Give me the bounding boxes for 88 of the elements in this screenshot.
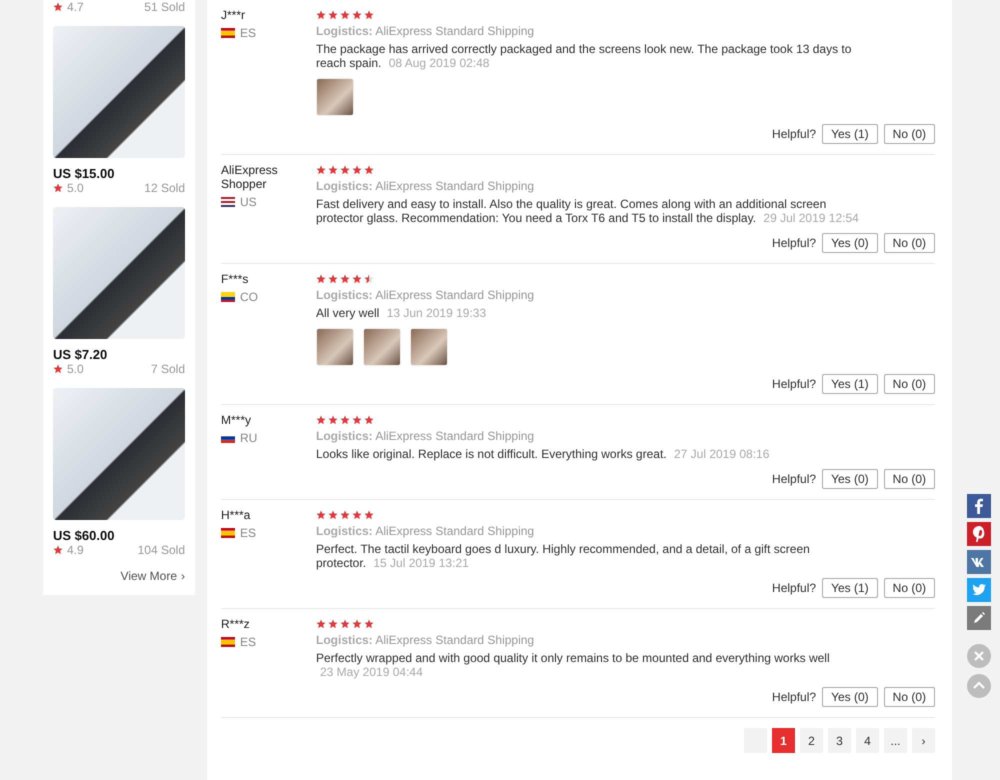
- review-text: Fast delivery and easy to install. Also the quality is great. Comes along with an additional screen protector glass. Recommendation: You need a Torx T6 and T5 to install the display. 29 Jul 2019 12:54: [316, 197, 860, 225]
- product-rating: 4.7: [67, 0, 84, 14]
- country-code: US: [240, 195, 257, 209]
- reviewer-name: F***s: [221, 272, 250, 286]
- logistics-label: Logistics:: [316, 524, 373, 538]
- review-text: Perfect. The tactil keyboard goes d luxury. Highly recommended, and a detail, of a gift screen protector. 15 Jul 2019 13:21: [316, 542, 811, 570]
- logistics-label: Logistics:: [316, 179, 373, 193]
- reviewer-name: H***a: [221, 508, 252, 522]
- shipping-method: AliExpress Standard Shipping: [375, 179, 534, 193]
- flag-icon: [221, 197, 235, 207]
- shipping-method: AliExpress Standard Shipping: [375, 429, 534, 443]
- yes-button[interactable]: Yes (1): [822, 374, 878, 394]
- no-button[interactable]: No (0): [884, 233, 935, 253]
- sold-count: 51 Sold: [144, 0, 185, 14]
- chevron-right-icon: ›: [181, 569, 185, 583]
- product-price: US $15.00: [53, 166, 116, 181]
- product-rating: 5.0: [67, 181, 84, 195]
- photo-thumbnail[interactable]: [410, 328, 448, 366]
- page-button[interactable]: 4: [856, 728, 879, 753]
- review-text: All very well 13 Jun 2019 19:33: [316, 306, 488, 320]
- no-button[interactable]: No (0): [884, 578, 935, 598]
- reviewer-name: J***r: [221, 8, 246, 22]
- flag-icon: [221, 28, 235, 38]
- reviewer-name: R***z: [221, 617, 251, 631]
- yes-button[interactable]: Yes (0): [822, 687, 878, 707]
- yes-button[interactable]: Yes (0): [822, 233, 878, 253]
- review-text: The package has arrived correctly packaged and the screens look new. The package took 13 days to reach spain. 08 Aug 2019 02:48: [316, 42, 852, 70]
- country-code: RU: [240, 431, 258, 445]
- photo-placeholder[interactable]: [53, 26, 185, 158]
- page-button[interactable]: 3: [828, 728, 851, 753]
- reviewer-name: AliExpress Shopper: [221, 163, 279, 191]
- shipping-method: AliExpress Standard Shipping: [375, 633, 534, 647]
- logistics-label: Logistics:: [316, 633, 373, 647]
- logistics-label: Logistics:: [316, 24, 373, 38]
- sold-count: 104 Sold: [138, 543, 185, 557]
- no-button[interactable]: No (0): [884, 374, 935, 394]
- helpful-label: Helpful?: [772, 236, 816, 250]
- bird-icon[interactable]: [967, 578, 991, 602]
- vk-icon[interactable]: [967, 550, 991, 574]
- flag-icon: [221, 292, 235, 302]
- helpful-label: Helpful?: [772, 472, 816, 486]
- star-icon: [53, 364, 63, 374]
- yes-button[interactable]: Yes (1): [822, 578, 878, 598]
- logistics-label: Logistics:: [316, 429, 373, 443]
- pagination-ellipsis: ...: [884, 728, 907, 753]
- view-more-link[interactable]: View More: [120, 569, 177, 583]
- sold-count: 12 Sold: [144, 181, 185, 195]
- sold-count: 7 Sold: [150, 362, 185, 376]
- country-code: ES: [240, 526, 256, 540]
- yes-button[interactable]: Yes (1): [822, 124, 878, 144]
- country-code: CO: [240, 290, 258, 304]
- product-rating: 5.0: [67, 362, 84, 376]
- photo-thumbnail[interactable]: [316, 328, 354, 366]
- no-button[interactable]: No (0): [884, 687, 935, 707]
- yes-button[interactable]: Yes (0): [822, 469, 878, 489]
- shipping-method: AliExpress Standard Shipping: [375, 24, 534, 38]
- helpful-label: Helpful?: [772, 690, 816, 704]
- helpful-label: Helpful?: [772, 127, 816, 141]
- country-code: ES: [240, 635, 256, 649]
- flag-icon: [221, 528, 235, 538]
- photo-thumbnail[interactable]: [363, 328, 401, 366]
- no-button[interactable]: No (0): [884, 124, 935, 144]
- star-icon: [53, 545, 63, 555]
- photo-placeholder[interactable]: [53, 388, 185, 520]
- shipping-method: AliExpress Standard Shipping: [375, 524, 534, 538]
- helpful-label: Helpful?: [772, 377, 816, 391]
- logistics-label: Logistics:: [316, 288, 373, 302]
- pencil-icon[interactable]: [967, 606, 991, 630]
- product-price: US $7.20: [53, 347, 108, 362]
- review-text: Looks like original. Replace is not difficult. Everything works great. 27 Jul 2019 08:16: [316, 447, 770, 461]
- no-button[interactable]: No (0): [884, 469, 935, 489]
- next-page-button[interactable]: ›: [912, 728, 935, 753]
- reviewer-name: M***y: [221, 413, 252, 427]
- facebook-icon[interactable]: [967, 494, 991, 518]
- star-icon: [53, 2, 63, 12]
- flag-icon: [221, 637, 235, 647]
- helpful-label: Helpful?: [772, 581, 816, 595]
- product-price: US $60.00: [53, 528, 116, 543]
- page-button[interactable]: 2: [800, 728, 823, 753]
- star-icon: [53, 183, 63, 193]
- photo-thumbnail[interactable]: [316, 78, 354, 116]
- product-rating: 4.9: [67, 543, 84, 557]
- page-button[interactable]: 1: [772, 728, 795, 753]
- review-text: Perfectly wrapped and with good quality it only remains to be mounted and everything works well 23 May 2019 04:44: [316, 651, 831, 679]
- shipping-method: AliExpress Standard Shipping: [375, 288, 534, 302]
- country-code: ES: [240, 26, 256, 40]
- photo-placeholder[interactable]: [53, 207, 185, 339]
- pinterest-icon[interactable]: [967, 522, 991, 546]
